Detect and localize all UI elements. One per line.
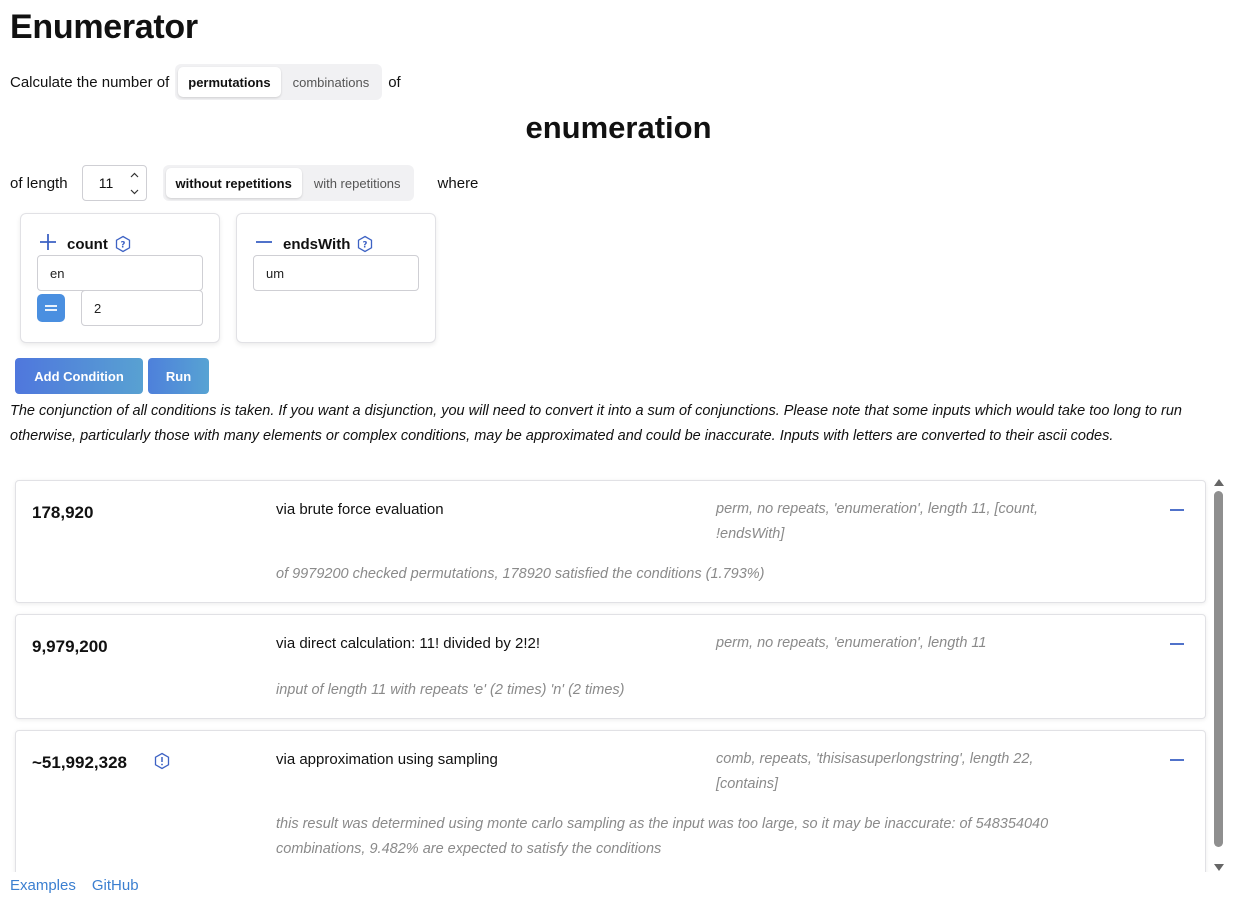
input-word[interactable]: enumeration xyxy=(0,110,1237,146)
condition-card-count: count ? en 2 xyxy=(20,213,220,343)
stepper-arrows xyxy=(124,166,146,200)
svg-text:?: ? xyxy=(363,240,368,250)
equals-operator-button[interactable] xyxy=(37,294,65,322)
collapse-icon[interactable] xyxy=(1169,636,1185,652)
result-method: via approximation using sampling xyxy=(276,751,498,768)
run-button[interactable]: Run xyxy=(148,358,209,394)
results-list[interactable]: 178,920 via brute force evaluation perm,… xyxy=(0,477,1237,872)
condition-text-input[interactable]: um xyxy=(253,255,419,291)
result-meta: comb, repeats, 'thisisasuperlongstring',… xyxy=(716,751,1034,792)
result-detail: this result was determined using monte c… xyxy=(276,816,1049,857)
condition-number-input[interactable]: 2 xyxy=(81,290,203,326)
repetition-toggle: without repetitions with repetitions xyxy=(162,165,414,201)
examples-link[interactable]: Examples xyxy=(10,877,76,894)
condition-card-endswith: endsWith ? um xyxy=(236,213,436,343)
collapse-icon[interactable] xyxy=(1169,752,1185,768)
plus-icon xyxy=(40,234,56,250)
chevron-down-icon[interactable] xyxy=(124,183,146,200)
scroll-thumb[interactable] xyxy=(1214,491,1223,847)
result-detail: input of length 11 with repeats 'e' (2 t… xyxy=(276,682,625,698)
scroll-down-arrow-icon[interactable] xyxy=(1214,864,1224,871)
length-stepper[interactable]: 11 xyxy=(81,165,147,201)
condition-name: count xyxy=(67,235,108,253)
result-meta: perm, no repeats, 'enumeration', length … xyxy=(716,635,987,651)
add-condition-button[interactable]: Add Condition xyxy=(15,358,143,394)
github-link[interactable]: GitHub xyxy=(92,877,139,894)
results-scrollbar[interactable] xyxy=(1212,477,1226,873)
length-label: of length xyxy=(10,174,68,192)
result-card: 178,920 via brute force evaluation perm,… xyxy=(15,480,1206,603)
minus-icon xyxy=(256,241,272,243)
collapse-icon[interactable] xyxy=(1169,502,1185,518)
equals-icon xyxy=(45,305,57,311)
help-icon[interactable]: ? xyxy=(114,235,132,253)
length-row: of length 11 without repetitions with re… xyxy=(10,162,478,204)
result-meta: perm, no repeats, 'enumeration', length … xyxy=(716,501,1039,542)
intro-suffix: of xyxy=(388,73,401,91)
length-value[interactable]: 11 xyxy=(83,166,124,200)
toggle-sign-button[interactable] xyxy=(255,233,279,255)
help-icon[interactable]: ? xyxy=(356,235,374,253)
result-detail: of 9979200 checked permutations, 178920 … xyxy=(276,566,765,582)
toggle-sign-button[interactable] xyxy=(39,233,63,255)
mode-toggle: permutations combinations xyxy=(175,64,383,100)
condition-header: endsWith ? xyxy=(255,233,374,255)
mode-combinations-button[interactable]: combinations xyxy=(283,67,380,97)
intro-prefix: Calculate the number of xyxy=(10,73,170,91)
result-count: ~51,992,328 xyxy=(32,753,128,772)
intro-row: Calculate the number of permutations com… xyxy=(10,62,401,102)
notice-text: The conjunction of all conditions is tak… xyxy=(10,403,1182,444)
with-repetitions-button[interactable]: with repetitions xyxy=(304,168,411,198)
mode-permutations-button[interactable]: permutations xyxy=(178,67,281,97)
condition-text-input[interactable]: en xyxy=(37,255,203,291)
condition-name: endsWith xyxy=(283,235,351,253)
condition-header: count ? xyxy=(39,233,132,255)
result-card: ~51,992,328 via approximation using samp… xyxy=(15,730,1206,872)
result-count: 178,920 xyxy=(32,503,94,522)
where-label: where xyxy=(437,174,479,192)
result-count: 9,979,200 xyxy=(32,637,108,656)
without-repetitions-button[interactable]: without repetitions xyxy=(165,168,302,198)
result-method: via direct calculation: 11! divided by 2… xyxy=(276,635,541,652)
scroll-up-arrow-icon[interactable] xyxy=(1214,479,1224,486)
footer: Examples GitHub xyxy=(10,877,139,894)
result-card: 9,979,200 via direct calculation: 11! di… xyxy=(15,614,1206,719)
app-title: Enumerator xyxy=(10,8,198,46)
svg-text:?: ? xyxy=(120,240,125,250)
result-method: via brute force evaluation xyxy=(276,501,444,518)
alert-icon[interactable] xyxy=(153,752,171,770)
chevron-up-icon[interactable] xyxy=(124,166,146,183)
